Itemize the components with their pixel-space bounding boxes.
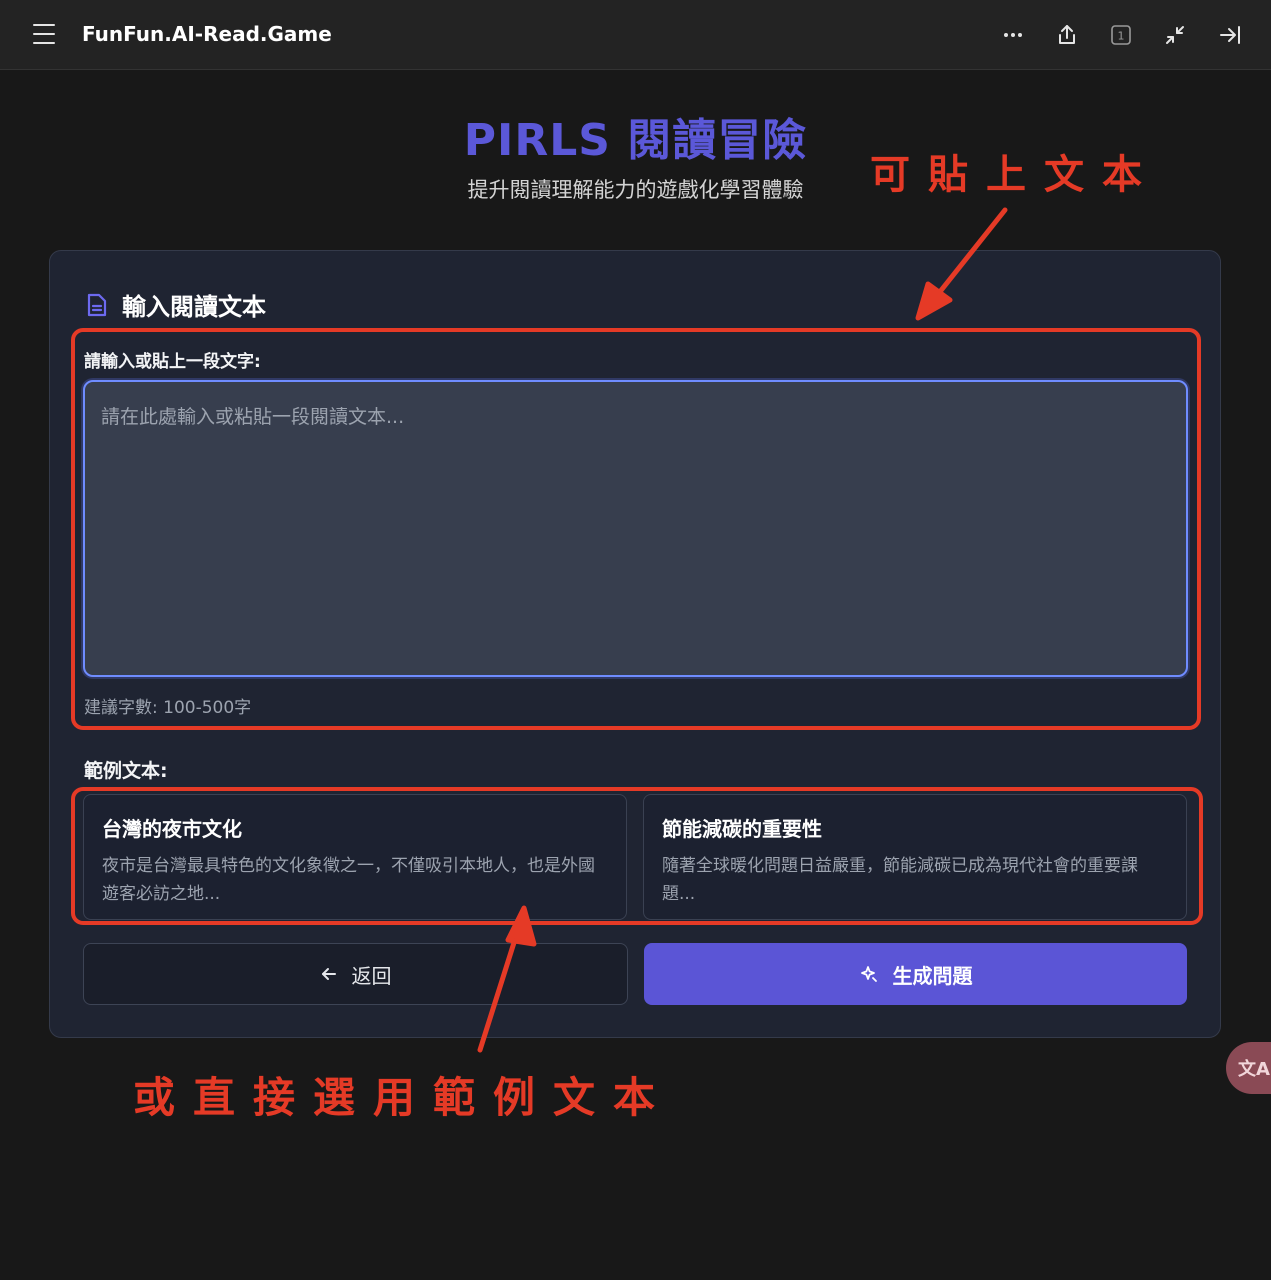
sample-description: 夜市是台灣最具特色的文化象徵之一，不僅吸引本地人，也是外國遊客必訪之地...: [102, 856, 595, 904]
back-button-label: 返回: [351, 963, 392, 988]
document-icon: [87, 293, 107, 316]
back-button[interactable]: 返回: [83, 943, 628, 1005]
minimize-icon[interactable]: [1163, 23, 1187, 47]
card-heading: 輸入閱讀文本: [86, 287, 266, 322]
sample-description: 隨著全球暖化問題日益嚴重，節能減碳已成為現代社會的重要課題...: [662, 856, 1138, 904]
sample-title: 台灣的夜市文化: [102, 817, 242, 841]
menu-icon[interactable]: [33, 24, 55, 44]
word-count-hint: 建議字數: 100-500字: [84, 698, 252, 718]
card-heading-text: 輸入閱讀文本: [122, 293, 266, 321]
generate-button-label: 生成問題: [892, 963, 973, 988]
annotation-choose-sample: 或直接選用範例文本: [133, 1073, 674, 1122]
tab-count-icon[interactable]: 1: [1109, 23, 1133, 47]
app-title: FunFun.AI-Read.Game: [82, 22, 332, 46]
samples-label: 範例文本:: [84, 760, 168, 782]
annotation-paste-text: 可貼上文本: [870, 152, 1160, 198]
reading-text-input[interactable]: [83, 380, 1188, 677]
top-bar: FunFun.AI-Read.Game 1: [0, 0, 1271, 70]
more-icon[interactable]: [1001, 23, 1025, 47]
text-field-label: 請輸入或貼上一段文字:: [84, 352, 261, 372]
input-card: 輸入閱讀文本 請輸入或貼上一段文字: 建議字數: 100-500字 範例文本: …: [49, 250, 1221, 1038]
translate-button[interactable]: 文A: [1226, 1042, 1271, 1094]
arrow-left-icon: [321, 968, 336, 980]
sample-card-night-market[interactable]: 台灣的夜市文化 夜市是台灣最具特色的文化象徵之一，不僅吸引本地人，也是外國遊客必…: [83, 794, 627, 920]
sample-card-energy-saving[interactable]: 節能減碳的重要性 隨著全球暖化問題日益嚴重，節能減碳已成為現代社會的重要課題..…: [643, 794, 1187, 920]
svg-text:1: 1: [1118, 30, 1125, 43]
sparkle-icon: [860, 966, 877, 982]
collapse-panel-icon[interactable]: [1218, 23, 1242, 47]
share-icon[interactable]: [1055, 23, 1079, 47]
sample-title: 節能減碳的重要性: [662, 817, 822, 841]
generate-questions-button[interactable]: 生成問題: [644, 943, 1187, 1005]
translate-icon: 文A: [1238, 1059, 1270, 1080]
